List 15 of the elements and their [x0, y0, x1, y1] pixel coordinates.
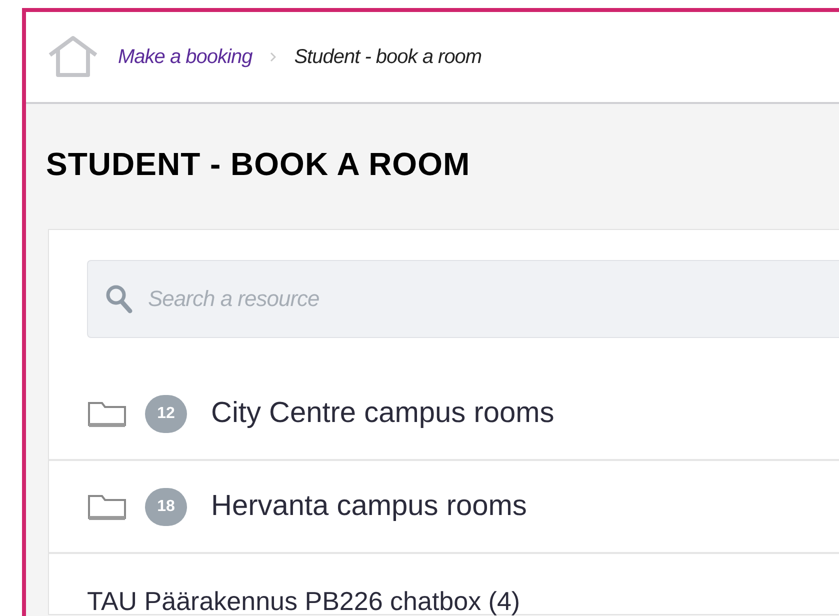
folder-name: Hervanta campus rooms [211, 488, 527, 524]
breadcrumb-link[interactable]: Make a booking [118, 42, 252, 72]
search-field[interactable]: Search a resource [87, 260, 839, 338]
resource-name: TAU Päärakennus PB226 chatbox (4) [87, 588, 520, 614]
resource-row[interactable]: TAU Päärakennus PB226 chatbox (4) [49, 554, 839, 614]
count-badge: 12 [145, 394, 187, 432]
home-icon[interactable] [46, 35, 100, 79]
search-icon [105, 284, 133, 314]
page-title: STUDENT - BOOK A ROOM [46, 148, 472, 180]
chevron-icon [270, 52, 276, 62]
count-badge: 18 [145, 488, 187, 526]
folder-name: City Centre campus rooms [211, 396, 554, 431]
folder-row[interactable]: 12 City Centre campus rooms [49, 368, 839, 461]
folder-row[interactable]: 18 Hervanta campus rooms [49, 461, 839, 554]
breadcrumb-current: Student - book a room [294, 45, 482, 70]
